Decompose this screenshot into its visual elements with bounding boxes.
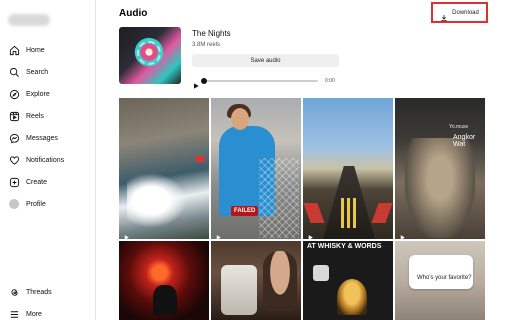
sidebar-item-more[interactable]: More xyxy=(0,304,96,320)
search-icon xyxy=(8,66,20,78)
whisky-glass xyxy=(337,279,367,315)
sidebar-item-notifications[interactable]: Notifications xyxy=(0,150,96,170)
person-silhouette xyxy=(153,285,177,315)
sidebar-item-profile[interactable]: Profile xyxy=(0,194,96,214)
reel-thumbnail[interactable]: FAILED xyxy=(211,98,301,239)
sidebar-item-threads[interactable]: Threads xyxy=(0,282,96,302)
runway-stripe xyxy=(353,198,356,228)
page-title: Audio xyxy=(119,8,148,19)
sidebar-item-label: Search xyxy=(26,68,49,76)
sidebar-item-label: Home xyxy=(26,46,45,54)
kayak xyxy=(195,156,205,162)
menu-icon xyxy=(8,308,20,320)
play-icon[interactable] xyxy=(192,77,200,89)
reels-count: 3.8M reels xyxy=(192,42,221,48)
cover-art-disc xyxy=(137,41,161,65)
reel-overlay-text: Angkor Wat xyxy=(453,134,476,148)
sidebar-item-label: Explore xyxy=(26,90,50,98)
profile-icon-wrap xyxy=(8,198,20,210)
compass-icon xyxy=(8,88,20,100)
runway-marker xyxy=(303,203,325,223)
sidebar-item-explore[interactable]: Explore xyxy=(0,84,96,104)
sidebar-item-search[interactable]: Search xyxy=(0,62,96,82)
sidebar-item-home[interactable]: Home xyxy=(0,40,96,60)
sidebar-item-label: More xyxy=(26,310,42,318)
reel-thumbnail[interactable] xyxy=(119,241,209,320)
sidebar-item-label: Profile xyxy=(26,200,46,208)
cup xyxy=(221,265,257,315)
sidebar-item-label: Reels xyxy=(26,112,44,120)
person-head xyxy=(231,108,249,130)
reel-thumbnail[interactable] xyxy=(303,98,393,239)
sidebar: Home Search Explore Reels Messages Notif… xyxy=(0,0,96,320)
sidebar-item-label: Create xyxy=(26,178,48,186)
audio-cover-art xyxy=(119,27,181,84)
runway-stripe xyxy=(341,198,344,228)
sidebar-item-label: Threads xyxy=(26,288,52,296)
waterfall-spray xyxy=(127,173,187,228)
audio-time: 0:00 xyxy=(325,78,335,84)
sidebar-item-label: Notifications xyxy=(26,156,65,164)
reels-icon xyxy=(215,228,222,239)
messenger-icon xyxy=(8,132,20,144)
runway-stripe xyxy=(347,198,350,228)
runway-marker xyxy=(371,203,393,223)
audio-progress-handle[interactable] xyxy=(201,78,207,84)
reels-icon xyxy=(8,110,20,122)
sidebar-item-create[interactable]: Create xyxy=(0,172,96,192)
reel-overlay-text: AT WHISKY & WORDS xyxy=(307,243,382,250)
bar-sign xyxy=(313,265,329,281)
reel-thumbnail[interactable]: Yo.muse Angkor Wat xyxy=(395,98,485,239)
download-button[interactable]: Download xyxy=(431,2,488,23)
save-audio-button[interactable]: Save audio xyxy=(192,54,339,67)
reel-thumbnail[interactable] xyxy=(211,241,301,320)
reel-brand: Yo.muse xyxy=(449,124,469,130)
reel-overlay-text: Who's your favorite? xyxy=(417,275,472,281)
reel-thumbnail[interactable] xyxy=(119,98,209,239)
avatar xyxy=(9,199,19,209)
sidebar-item-label: Messages xyxy=(26,134,58,142)
person-face xyxy=(263,251,297,311)
download-label: Download xyxy=(452,9,479,16)
reel-thumbnail[interactable]: AT WHISKY & WORDS xyxy=(303,241,393,320)
audio-title: The Nights xyxy=(192,29,231,38)
heart-icon xyxy=(8,154,20,166)
failed-badge: FAILED xyxy=(231,206,259,216)
threads-icon xyxy=(8,286,20,298)
poll-card xyxy=(409,255,473,289)
audio-progress-bar[interactable] xyxy=(201,78,318,84)
plus-square-icon xyxy=(8,176,20,188)
fishing-net xyxy=(259,158,299,238)
instagram-logo[interactable] xyxy=(8,14,50,26)
reels-icon xyxy=(399,228,406,239)
sidebar-item-reels[interactable]: Reels xyxy=(0,106,96,126)
home-icon xyxy=(8,44,20,56)
download-icon xyxy=(440,9,448,21)
reel-thumbnail[interactable]: Who's your favorite? xyxy=(395,241,485,320)
reels-icon xyxy=(123,228,130,239)
reels-icon xyxy=(307,228,314,239)
stone-face xyxy=(405,138,475,238)
sidebar-item-messages[interactable]: Messages xyxy=(0,128,96,148)
